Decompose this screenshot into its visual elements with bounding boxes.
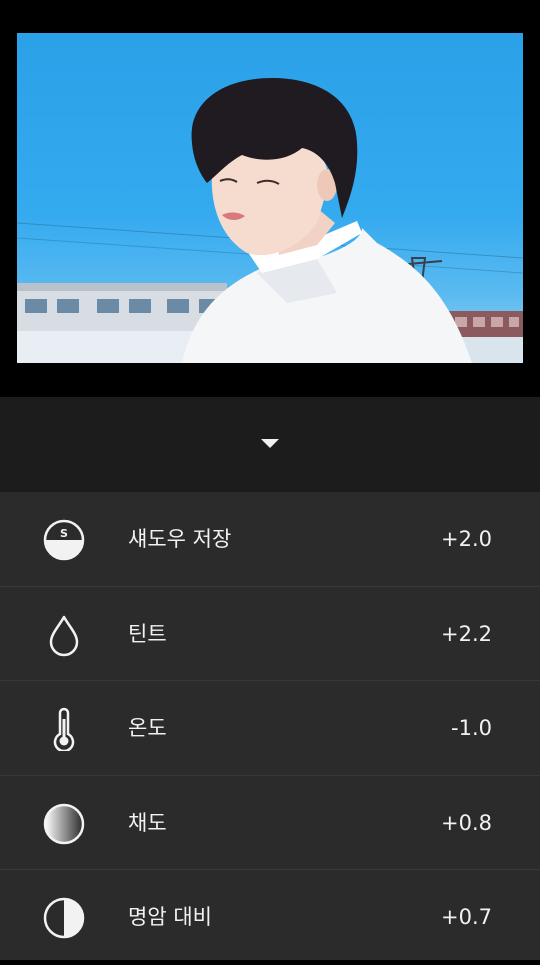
droplet-icon	[42, 613, 86, 657]
adjustment-label: 채도	[128, 810, 167, 835]
adjustment-row-contrast[interactable]: 명암 대비 +0.7	[0, 870, 540, 965]
thermometer-icon	[42, 707, 86, 751]
contrast-icon	[42, 896, 86, 940]
photo-preview-area	[0, 0, 540, 397]
adjustment-label: 온도	[128, 716, 167, 740]
adjustment-value: +0.8	[441, 810, 492, 835]
photo-illustration	[17, 78, 523, 363]
shadow-save-icon: S	[42, 518, 86, 562]
adjustment-label: 섀도우 저장	[128, 527, 232, 551]
adjustment-value: +2.0	[441, 527, 492, 551]
adjustment-value: +2.2	[441, 621, 492, 646]
svg-text:S: S	[60, 527, 68, 540]
saturation-icon	[42, 802, 86, 846]
triangle-down-icon	[261, 438, 279, 448]
adjustment-row-shadow-save[interactable]: S 섀도우 저장 +2.0	[0, 492, 540, 587]
adjustment-value: +0.7	[441, 905, 492, 929]
adjustment-value: -1.0	[451, 716, 492, 740]
adjustment-row-saturation[interactable]: 채도 +0.8	[0, 776, 540, 870]
adjustment-row-temperature[interactable]: 온도 -1.0	[0, 681, 540, 776]
photo-preview[interactable]	[17, 33, 523, 363]
collapse-panel-button[interactable]	[255, 430, 285, 456]
adjustment-label: 틴트	[128, 621, 167, 646]
adjustment-label: 명암 대비	[128, 905, 212, 929]
adjustment-row-tint[interactable]: 틴트 +2.2	[0, 587, 540, 681]
adjustment-list: S 섀도우 저장 +2.0 틴트 +2.2 온도 -1.0 채도 +0.8 명암…	[0, 492, 540, 960]
